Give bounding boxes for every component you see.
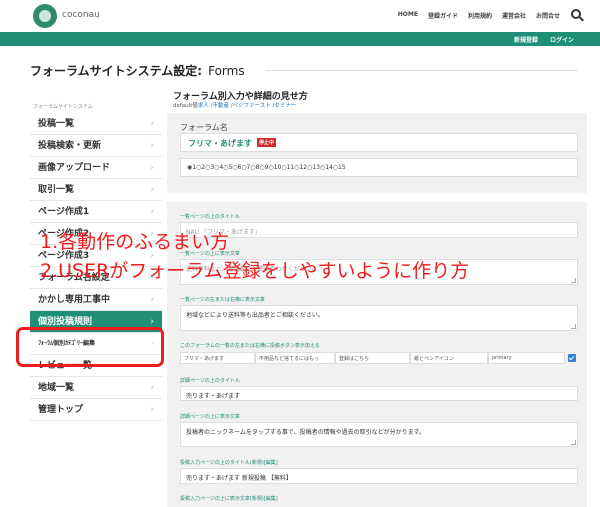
button-icon-select[interactable]: 紙とペンアイコン	[410, 352, 488, 364]
button-style-select[interactable]: primary	[488, 352, 565, 364]
sidebar-item-posts[interactable]: 投稿一覧 ›	[30, 113, 162, 135]
forum-name-box: フリマ・あげます 停止中	[180, 133, 578, 152]
button-text-input[interactable]: 不用品など捨てるにはもっ	[255, 352, 335, 364]
field-label: 一覧ページの左または右横に表示文章	[180, 297, 265, 303]
sidebar-item-post-search[interactable]: 投稿検索・更新 ›	[30, 135, 162, 157]
account-bar: 新規登録 ログイン	[0, 32, 600, 46]
button-label-input[interactable]: 登録はこちら	[335, 352, 410, 364]
forum-radios[interactable]: ◉1○2○3○4○5○6○7○8○9○10○11○12○13○14○15	[187, 164, 346, 171]
chevron-right-icon: ›	[150, 119, 154, 129]
sidebar-item-kakashi[interactable]: かかし専用工事中 ›	[30, 289, 162, 311]
detail-text-input[interactable]: 投稿者のニックネームをタップする事で、投稿者の情報や過去の取引などが分かります。	[180, 422, 578, 447]
chevron-right-icon: ›	[150, 207, 154, 217]
site-header: coconau HOME 登録ガイド 利用規約 運営会社 お問合せ	[0, 0, 600, 32]
sidebar-item-page1[interactable]: ページ作成1 ›	[30, 201, 162, 223]
nav-terms[interactable]: 利用規約	[468, 11, 492, 20]
sidebar-item-transactions[interactable]: 取引一覧 ›	[30, 179, 162, 201]
page-title-suffix: Forms	[208, 64, 245, 78]
list-title-input[interactable]: NAU 「フリマ・あげます」	[180, 222, 578, 238]
sidebar-item-image-upload[interactable]: 画像アップロード ›	[30, 157, 162, 179]
sidebar-item-regions[interactable]: 地域一覧 ›	[30, 377, 162, 399]
resize-handle[interactable]	[571, 440, 576, 445]
field-label: 投稿入力ページの上のタイトル(新規)[編集]	[180, 460, 278, 466]
field-label: 詳細ページの上に表示文章	[180, 414, 240, 420]
annotation-line-1: 1.各動作のふるまい方	[40, 231, 230, 253]
list-side-text-input[interactable]: 地域などにより送料等も出品者とご相談ください。	[180, 305, 578, 331]
status-badge: 停止中	[257, 138, 277, 147]
logo-text[interactable]: coconau	[62, 10, 100, 20]
post-input-title-input[interactable]: 売ります・あげます 新規投稿 【無料】	[180, 468, 578, 484]
nav-contact[interactable]: お問合せ	[536, 11, 560, 20]
title-divider	[266, 70, 578, 71]
highlight-box	[16, 327, 164, 367]
register-link[interactable]: 新規登録	[514, 35, 538, 44]
logo-icon[interactable]	[33, 4, 57, 28]
nav-company[interactable]: 運営会社	[502, 11, 526, 20]
field-label: 投稿入力ページの上に表示文章(新規)[編集]	[180, 496, 278, 502]
button-title-input[interactable]: フリマ・あげます	[180, 352, 255, 364]
chevron-right-icon: ›	[150, 405, 154, 415]
chevron-right-icon: ›	[150, 163, 154, 173]
field-label: 一覧ページの上のタイトル	[180, 214, 240, 220]
resize-handle[interactable]	[571, 278, 576, 283]
detail-title-input[interactable]: 売ります・あげます	[180, 386, 578, 401]
chevron-right-icon: ›	[150, 141, 154, 151]
login-link[interactable]: ログイン	[550, 35, 574, 44]
sidebar-caption: フォーラムサイトシステム	[33, 104, 93, 110]
post-button-config: フリマ・あげます 不用品など捨てるにはもっ 登録はこちら 紙とペンアイコン pr…	[180, 352, 578, 364]
page-title: フォーラムサイトシステム設定: Forms	[30, 64, 245, 78]
sidebar-item-admin-top[interactable]: 管理トップ ›	[30, 399, 162, 421]
top-nav: HOME 登録ガイド 利用規約 運営会社 お問合せ	[398, 11, 560, 20]
field-label: 詳細ページの上のタイトル	[180, 378, 240, 384]
forum-radio-group[interactable]: ◉1○2○3○4○5○6○7○8○9○10○11○12○13○14○15	[180, 158, 578, 177]
chevron-right-icon: ›	[150, 383, 154, 393]
chevron-right-icon: ›	[150, 295, 154, 305]
nav-home[interactable]: HOME	[398, 11, 418, 20]
preset-links[interactable]: 求人 /不動産 /ベジファースト /セミナー	[198, 103, 297, 109]
search-icon[interactable]	[571, 9, 581, 19]
forum-label: フォーラム名	[180, 123, 228, 132]
resize-handle[interactable]	[571, 324, 576, 329]
forum-name: フリマ・あげます	[188, 139, 252, 148]
section-subtitle: default値求人 /不動産 /ベジファースト /セミナー	[173, 103, 297, 109]
enable-checkbox[interactable]	[568, 354, 576, 362]
nav-guide[interactable]: 登録ガイド	[428, 11, 458, 20]
chevron-right-icon: ›	[150, 185, 154, 195]
field-label: このフォーラムの一覧の左または右横に投稿ボタン表示加える	[180, 343, 320, 349]
forum-panel	[167, 113, 587, 193]
annotation-line-2: 2.USERがフォーラム登録をしやすいように作り方	[40, 260, 470, 282]
